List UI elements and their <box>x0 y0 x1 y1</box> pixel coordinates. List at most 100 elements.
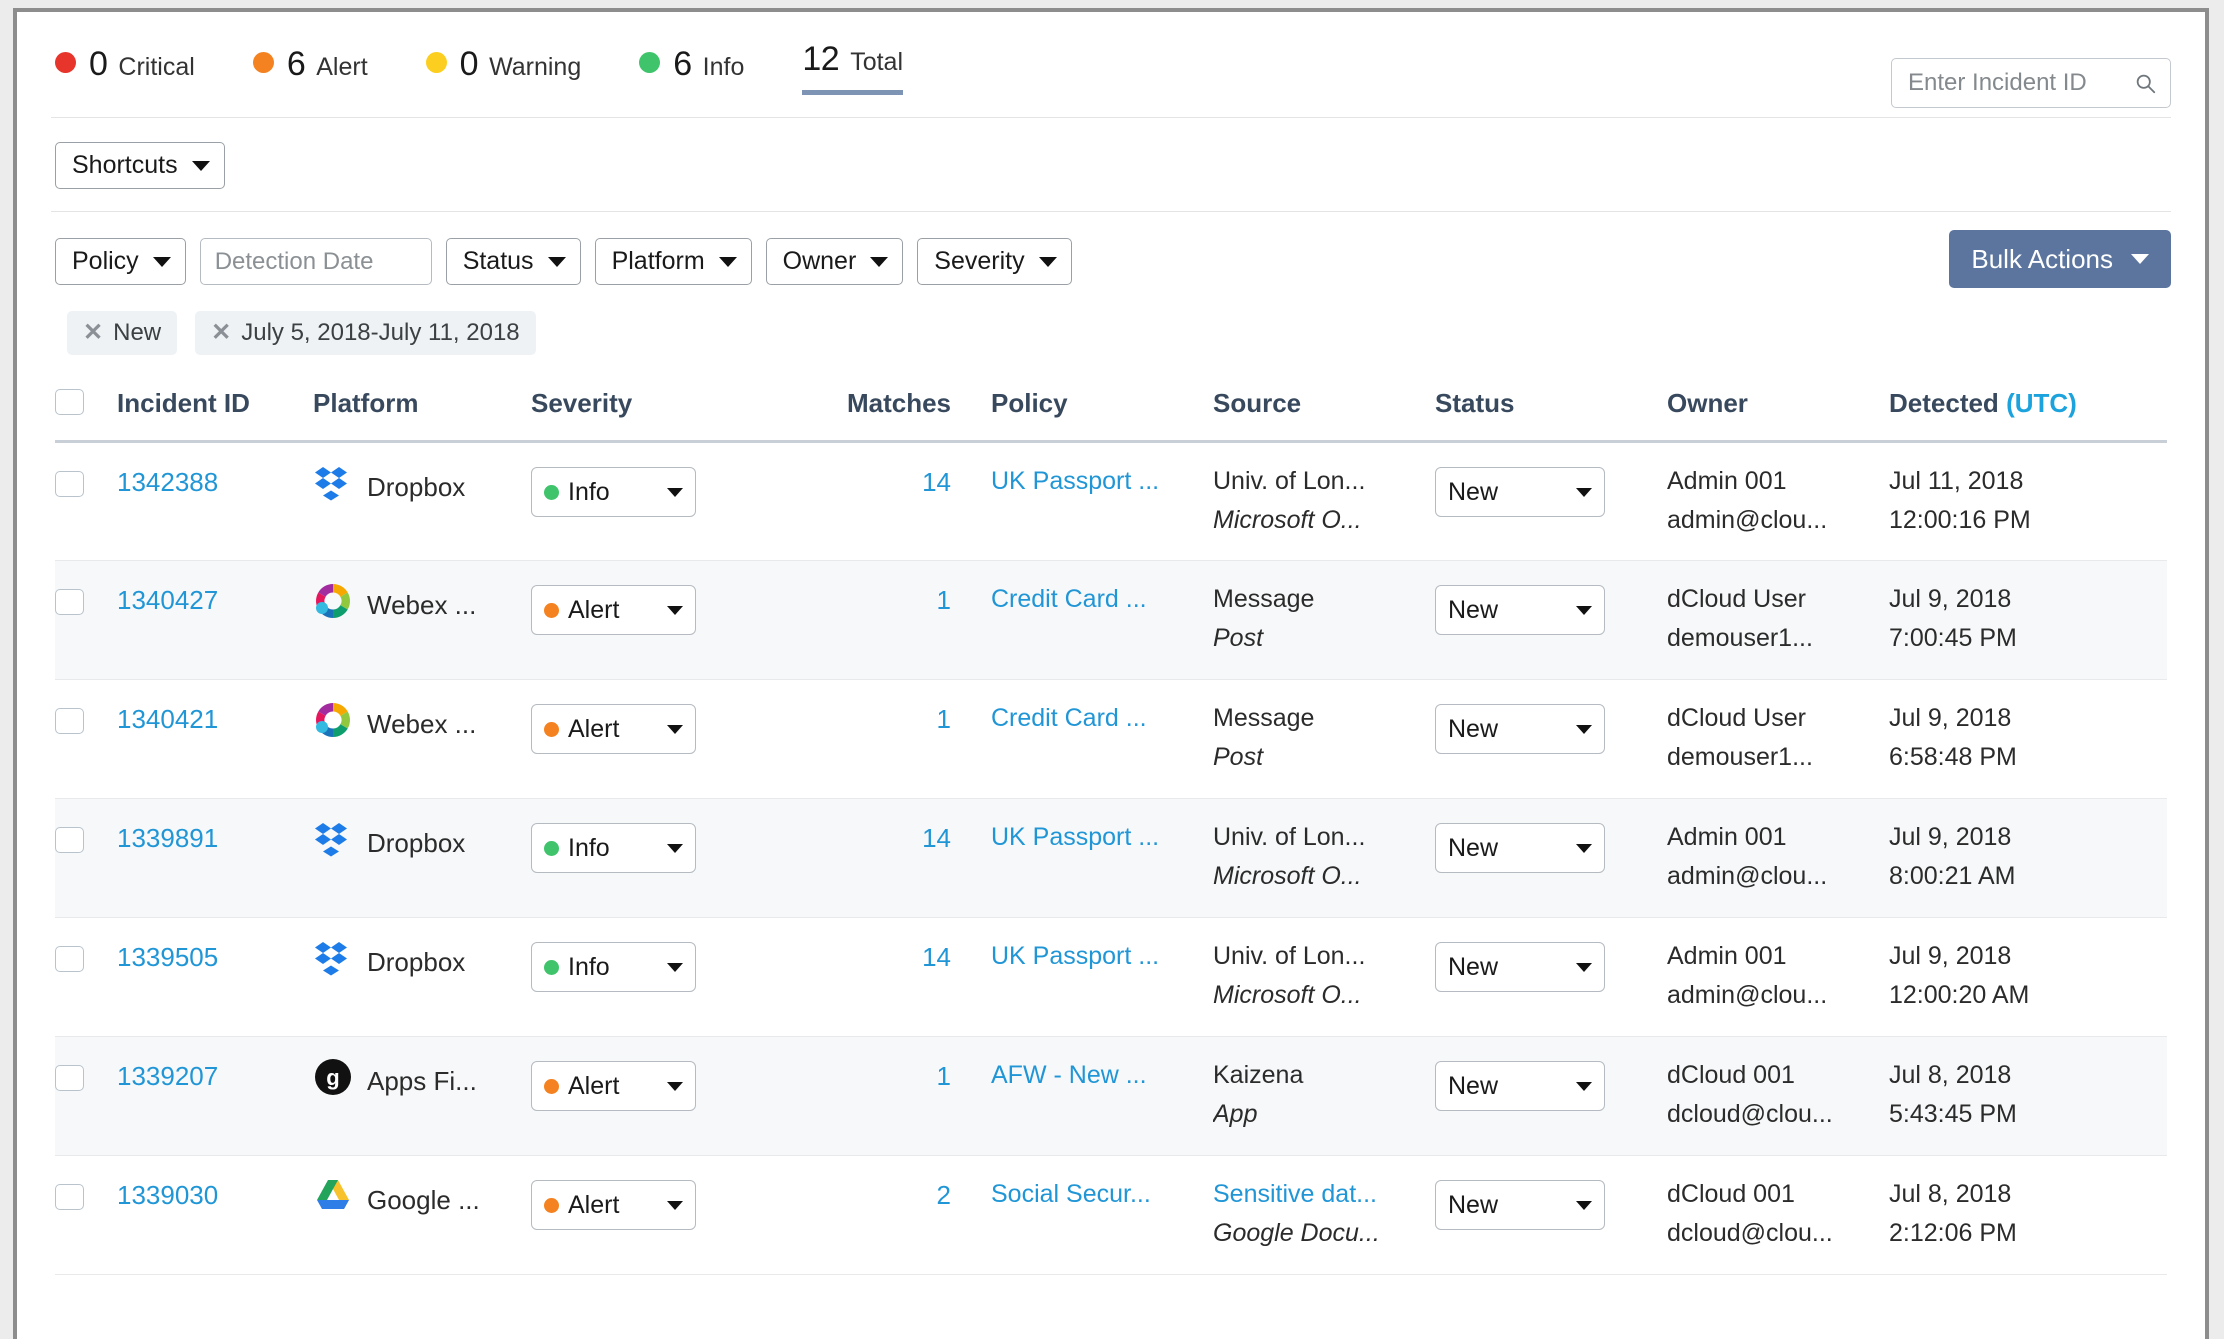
summary-item-critical[interactable]: 0 Critical <box>55 45 195 84</box>
status-dropdown[interactable]: New <box>1435 467 1605 517</box>
header-severity[interactable]: Severity <box>531 371 771 443</box>
policy-link[interactable]: Credit Card ... <box>991 585 1213 614</box>
header-status[interactable]: Status <box>1435 371 1667 443</box>
severity-dropdown[interactable]: Info <box>531 823 696 873</box>
close-icon[interactable]: ✕ <box>211 321 231 345</box>
incident-search <box>1891 58 2171 108</box>
table-row[interactable]: 1339207 g Apps Fi... Alert 1 AFW - New ... Kai… <box>55 1036 2167 1156</box>
platform-icon <box>313 819 353 859</box>
table-row[interactable]: 1340421 Webex ... Alert 1 Credit Card ... Mes… <box>55 679 2167 799</box>
filters-row: Policy Status Platform Owner Severity <box>17 212 2205 307</box>
matches-link[interactable]: 1 <box>937 1061 951 1091</box>
matches-link[interactable]: 14 <box>922 942 951 972</box>
incident-id-link[interactable]: 1342388 <box>117 467 218 497</box>
table-row[interactable]: 1339030 Google ... Alert 2 Social Secur... Se… <box>55 1155 2167 1275</box>
incident-id-link[interactable]: 1339030 <box>117 1180 218 1210</box>
severity-dropdown[interactable]: Info <box>531 942 696 992</box>
incident-id-link[interactable]: 1339505 <box>117 942 218 972</box>
summary-item-alert[interactable]: 6 Alert <box>252 45 368 84</box>
severity-value: Info <box>568 477 610 506</box>
close-icon[interactable]: ✕ <box>83 321 103 345</box>
matches-link[interactable]: 1 <box>937 704 951 734</box>
active-filter-chips: ✕ New ✕ July 5, 2018-July 11, 2018 <box>17 307 2205 371</box>
policy-link[interactable]: UK Passport ... <box>991 823 1213 852</box>
filter-policy-dropdown[interactable]: Policy <box>55 238 186 285</box>
bulk-actions-button[interactable]: Bulk Actions <box>1949 230 2171 288</box>
policy-link[interactable]: UK Passport ... <box>991 467 1213 496</box>
status-dropdown[interactable]: New <box>1435 823 1605 873</box>
severity-dot-icon <box>544 484 559 500</box>
table-row[interactable]: 1339505 Dropbox Info 14 UK Passport ... Univ.… <box>55 917 2167 1037</box>
filter-chip-status-new[interactable]: ✕ New <box>67 311 178 355</box>
alert-label: Alert <box>316 53 368 81</box>
row-checkbox[interactable] <box>55 589 84 615</box>
incident-id-link[interactable]: 1339891 <box>117 823 218 853</box>
policy-link[interactable]: AFW - New ... <box>991 1061 1213 1090</box>
summary-item-total[interactable]: 12 Total <box>802 40 904 95</box>
status-dropdown[interactable]: New <box>1435 585 1605 635</box>
severity-dropdown[interactable]: Alert <box>531 704 696 754</box>
table-row[interactable]: 1340427 Webex ... Alert 1 Credit Card ... Mes… <box>55 560 2167 680</box>
search-box[interactable] <box>1891 58 2171 108</box>
cell-source: Univ. of Lon... Microsoft O... <box>1213 917 1435 1037</box>
policy-link[interactable]: Credit Card ... <box>991 704 1213 733</box>
row-checkbox[interactable] <box>55 946 84 972</box>
detection-date-input[interactable] <box>199 238 432 285</box>
table-row[interactable]: 1342388 Dropbox Info 14 UK Passport ... Univ.… <box>55 441 2167 561</box>
search-icon[interactable] <box>2135 73 2156 94</box>
row-checkbox[interactable] <box>55 1184 84 1210</box>
summary-item-warning[interactable]: 0 Warning <box>425 45 581 84</box>
search-input[interactable] <box>1906 68 2129 98</box>
row-select-cell <box>55 798 117 918</box>
matches-link[interactable]: 2 <box>937 1180 951 1210</box>
filter-chip-date-range[interactable]: ✕ July 5, 2018-July 11, 2018 <box>195 311 536 355</box>
filter-status-dropdown[interactable]: Status <box>445 238 581 285</box>
filter-owner-dropdown[interactable]: Owner <box>765 238 904 285</box>
row-checkbox[interactable] <box>55 1065 84 1091</box>
incident-id-link[interactable]: 1339207 <box>117 1061 218 1091</box>
status-dropdown[interactable]: New <box>1435 1061 1605 1111</box>
chevron-down-icon <box>547 256 566 267</box>
row-checkbox[interactable] <box>55 471 84 497</box>
total-count: 12 <box>802 40 840 78</box>
status-dropdown[interactable]: New <box>1435 704 1605 754</box>
header-source[interactable]: Source <box>1213 371 1435 443</box>
policy-link[interactable]: UK Passport ... <box>991 942 1213 971</box>
cell-severity: Info <box>531 917 771 1037</box>
matches-link[interactable]: 14 <box>922 467 951 497</box>
header-owner[interactable]: Owner <box>1667 371 1889 443</box>
header-detected[interactable]: Detected (UTC) <box>1889 371 2167 443</box>
policy-link[interactable]: Social Secur... <box>991 1180 1213 1209</box>
header-detected-timezone[interactable]: (UTC) <box>2006 388 2077 418</box>
row-checkbox[interactable] <box>55 827 84 853</box>
select-all-checkbox[interactable] <box>55 389 84 415</box>
status-dropdown[interactable]: New <box>1435 942 1605 992</box>
source-primary[interactable]: Sensitive dat... <box>1213 1180 1435 1209</box>
header-platform[interactable]: Platform <box>313 371 531 443</box>
severity-dropdown[interactable]: Info <box>531 467 696 517</box>
matches-link[interactable]: 14 <box>922 823 951 853</box>
summary-item-info[interactable]: 6 Info <box>639 45 744 84</box>
severity-value: Alert <box>568 595 620 624</box>
header-matches[interactable]: Matches <box>771 371 991 443</box>
incident-id-link[interactable]: 1340427 <box>117 585 218 615</box>
severity-dropdown[interactable]: Alert <box>531 585 696 635</box>
header-incident-id[interactable]: Incident ID <box>117 371 313 443</box>
row-checkbox[interactable] <box>55 708 84 734</box>
chevron-down-icon <box>667 843 683 853</box>
shortcuts-dropdown[interactable]: Shortcuts <box>55 142 225 189</box>
chevron-down-icon <box>1576 1081 1592 1091</box>
incident-id-link[interactable]: 1340421 <box>117 704 218 734</box>
chevron-down-icon <box>2131 254 2149 264</box>
cell-source: Univ. of Lon... Microsoft O... <box>1213 798 1435 918</box>
filter-severity-dropdown[interactable]: Severity <box>917 238 1072 285</box>
table-row[interactable]: 1339891 Dropbox Info 14 UK Passport ... Univ.… <box>55 798 2167 918</box>
severity-dropdown[interactable]: Alert <box>531 1061 696 1111</box>
chevron-down-icon <box>1576 1200 1592 1210</box>
filter-platform-dropdown[interactable]: Platform <box>594 238 752 285</box>
header-policy[interactable]: Policy <box>991 371 1213 443</box>
matches-link[interactable]: 1 <box>937 585 951 615</box>
row-select-cell <box>55 917 117 1037</box>
severity-dropdown[interactable]: Alert <box>531 1180 696 1230</box>
status-dropdown[interactable]: New <box>1435 1180 1605 1230</box>
